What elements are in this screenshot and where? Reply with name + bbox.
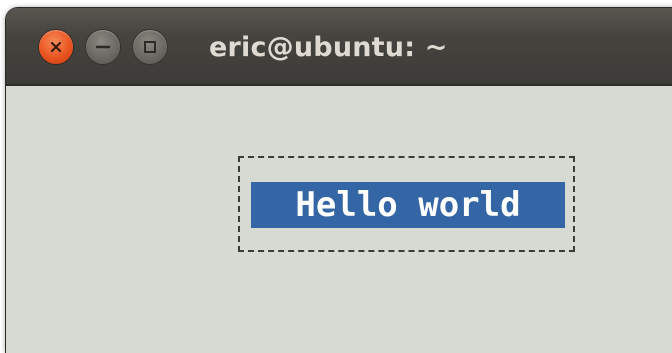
close-button[interactable] xyxy=(39,30,73,64)
window-titlebar[interactable]: eric@ubuntu: ~ xyxy=(6,8,672,86)
minimize-icon xyxy=(95,45,111,49)
close-icon xyxy=(50,41,62,53)
maximize-icon xyxy=(144,41,156,53)
minimize-button[interactable] xyxy=(86,30,120,64)
maximize-button[interactable] xyxy=(133,30,167,64)
window-title: eric@ubuntu: ~ xyxy=(209,32,448,63)
terminal-window: eric@ubuntu: ~ Hello world xyxy=(6,8,672,353)
terminal-area[interactable]: Hello world xyxy=(6,86,672,353)
hello-label: Hello world xyxy=(251,182,565,228)
